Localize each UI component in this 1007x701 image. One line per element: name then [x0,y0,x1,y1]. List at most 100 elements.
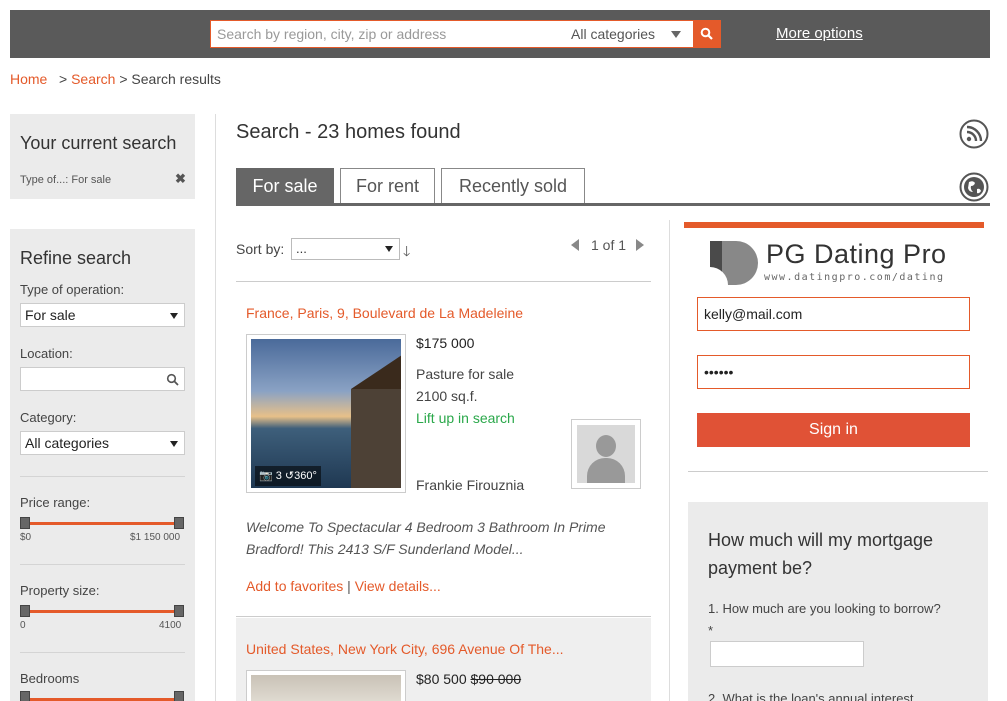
property-size-label: Property size: [20,583,100,598]
password-field[interactable]: •••••• [697,355,970,389]
avatar-head [596,435,616,457]
listing-photo[interactable] [246,670,406,701]
refine-search-panel: Refine search Type of operation: For sal… [10,229,195,701]
chevron-down-icon [385,246,393,252]
mortgage-calculator: How much will my mortgage payment be? 1.… [688,502,988,701]
brand-name: PG Dating Pro [766,239,947,269]
mortgage-question-2: 2. What is the loan's annual interest [708,691,914,701]
listing-size: 2100 sq.f. [416,388,478,404]
chevron-down-icon [170,441,178,447]
photo-count-badge: 📷 3 ↺360° [255,466,321,486]
agent-name[interactable]: Frankie Firouznia [416,477,524,493]
breadcrumb-home[interactable]: Home [10,71,47,87]
tab-underline [236,203,990,206]
listing-photo-image [251,675,401,701]
listing-actions: Add to favorites | View details... [246,578,441,594]
photo-roof [351,349,401,389]
remove-filter-icon[interactable]: ✖ [175,171,186,187]
sidebar-divider [215,114,216,701]
chevron-down-icon[interactable] [671,31,681,38]
price-min-handle[interactable] [20,517,30,529]
listing-photo-image: 📷 3 ↺360° [251,339,401,488]
category-filter-value: All categories [25,435,110,451]
price-slider-track[interactable] [24,522,182,525]
photo-deck [351,389,401,488]
divider [20,652,185,653]
listing-price: $175 000 [416,335,475,351]
email-field[interactable]: kelly@mail.com [697,297,970,331]
lift-up-link[interactable]: Lift up in search [416,410,515,426]
breadcrumb-search[interactable]: Search [71,71,115,87]
size-min-value: 0 [20,620,26,631]
brand-url: www.datingpro.com/dating [764,272,945,283]
location-label: Location: [20,346,73,361]
listing-address-link[interactable]: United States, New York City, 696 Avenue… [246,641,564,657]
page-title: Search - 23 homes found [236,121,461,143]
category-filter-select[interactable]: All categories [20,431,185,455]
mortgage-title: How much will my mortgage payment be? [708,530,934,578]
user-icon [577,425,635,483]
divider [236,616,651,617]
listing-description: Welcome To Spectacular 4 Bedroom 3 Bathr… [246,519,606,557]
pager-prev-icon[interactable] [571,239,579,251]
more-options-link[interactable]: More options [776,24,863,44]
size-min-handle[interactable] [20,605,30,617]
current-search-tag: Type of...: For sale [20,174,112,186]
sign-in-button[interactable]: Sign in [697,413,970,447]
operation-select[interactable]: For sale [20,303,185,327]
separator: | [347,578,355,594]
tab-for-sale[interactable]: For sale [236,168,334,204]
sort-label: Sort by: [236,241,285,257]
search-box: Search by region, city, zip or address A… [210,20,721,48]
price-min-value: $0 [20,532,32,543]
operation-label: Type of operation: [20,282,125,297]
search-icon [166,373,179,386]
listing-address-link[interactable]: France, Paris, 9, Boulevard de La Madele… [246,305,523,321]
size-max-handle[interactable] [174,605,184,617]
location-input[interactable] [20,367,185,391]
avatar-body [587,458,625,483]
add-to-favorites-link[interactable]: Add to favorites [246,578,343,594]
sort-value: ... [296,241,307,256]
category-label: Category: [20,410,77,425]
view-details-link[interactable]: View details... [355,578,441,594]
listing-price: $80 500 $90 000 [416,671,521,687]
bedrooms-min-handle[interactable] [20,691,30,701]
bedrooms-label: Bedrooms [20,671,80,686]
breadcrumb-current: Search results [131,71,221,87]
price-max-value: $1 150 000 [130,532,181,543]
mortgage-question-1: 1. How much are you looking to borrow? * [708,601,941,638]
tab-recently-sold[interactable]: Recently sold [441,168,585,204]
listing-photo[interactable]: 📷 3 ↺360° [246,334,406,493]
pager-text: 1 of 1 [591,237,627,253]
operation-value: For sale [25,307,76,323]
top-bar: Search by region, city, zip or address A… [10,10,990,58]
current-search-title: Your current search [20,133,177,153]
search-button[interactable] [693,20,721,48]
listing-type: Pasture for sale [416,366,515,382]
sort-select[interactable]: ... [291,238,400,260]
bedrooms-max-handle[interactable] [174,691,184,701]
price-max-handle[interactable] [174,517,184,529]
listing-price-value: $80 500 [416,671,467,687]
chevron-down-icon [170,313,178,319]
refine-search-title: Refine search [20,248,132,268]
size-slider-track[interactable] [24,610,182,613]
globe-icon[interactable] [959,172,989,202]
sort-direction-icon[interactable]: 🡓 [403,241,410,265]
category-select[interactable]: All categories [571,21,655,47]
rss-icon[interactable] [959,119,989,149]
size-max-value: 4100 [159,620,182,631]
avatar[interactable] [571,419,641,489]
search-input[interactable]: Search by region, city, zip or address [211,21,561,47]
divider [688,471,988,472]
login-top-bar [684,222,984,228]
tab-for-rent[interactable]: For rent [340,168,435,204]
breadcrumb: Home > Search > Search results [10,71,221,87]
pager-next-icon[interactable] [636,239,644,251]
price-range-label: Price range: [20,495,91,510]
loan-amount-input[interactable] [710,641,864,667]
brand-logo: PG Dating Pro www.datingpro.com/dating [706,237,956,289]
divider [20,564,185,565]
current-search-panel: Your current search Type of...: For sale… [10,114,195,199]
